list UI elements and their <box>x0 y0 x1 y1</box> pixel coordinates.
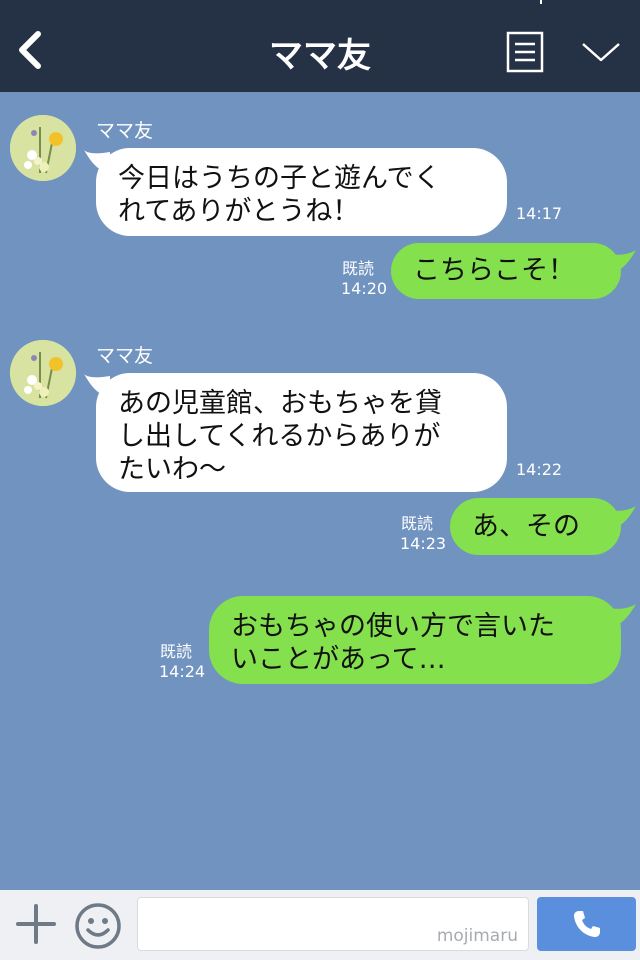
bubble-tail <box>608 506 636 530</box>
message-time: 14:24 <box>159 662 206 681</box>
message-text-line: れてありがとうね！ <box>118 196 360 227</box>
sender-name: ママ友 <box>96 120 154 142</box>
phone-icon <box>574 911 600 937</box>
status-bar-mark <box>540 0 542 4</box>
message-text-line: いことがあって… <box>231 644 446 675</box>
avatar[interactable] <box>10 340 76 406</box>
message-bubble-incoming[interactable]: 今日はうちの子と遊んでく れてありがとうね！ <box>96 148 507 236</box>
message-bubble-outgoing[interactable]: こちらこそ！ <box>391 243 621 299</box>
message-time: 14:20 <box>341 279 388 298</box>
message-input-bar: mojimaru <box>0 890 640 960</box>
message-text-line: あの児童館、おもちゃを貸 <box>118 388 442 419</box>
message-text-line: し出してくれるからありが <box>118 421 441 452</box>
message-text-line: たいわ〜 <box>118 454 226 485</box>
chevron-down-icon[interactable] <box>580 38 622 66</box>
chat-area[interactable]: ママ友 今日はうちの子と遊んでく れてありがとうね！ 14:17 既読 14:2… <box>0 92 640 890</box>
read-receipt: 既読 <box>401 514 434 533</box>
message-text: こちらこそ！ <box>413 255 575 286</box>
read-receipt: 既読 <box>160 642 193 661</box>
message-text: あ、その <box>472 511 580 542</box>
sender-name: ママ友 <box>96 345 154 367</box>
avatar[interactable] <box>10 115 76 181</box>
message-text-line: 今日はうちの子と遊んでく <box>118 163 441 194</box>
bubble-tail <box>608 250 636 274</box>
message-bubble-outgoing[interactable]: おもちゃの使い方で言いた いことがあって… <box>209 596 621 684</box>
watermark: mojimaru <box>436 926 518 946</box>
read-receipt: 既読 <box>342 259 375 278</box>
call-button[interactable] <box>537 897 636 951</box>
message-time: 14:17 <box>516 204 563 223</box>
bubble-tail <box>608 604 636 628</box>
message-time: 14:22 <box>516 460 563 479</box>
chat-header: ママ友 <box>0 0 640 92</box>
message-bubble-incoming[interactable]: あの児童館、おもちゃを貸 し出してくれるからありが たいわ〜 <box>96 373 507 492</box>
plus-icon[interactable] <box>14 902 58 946</box>
chat-title: ママ友 <box>269 36 371 76</box>
flower-bouquet-icon <box>10 115 76 181</box>
message-input[interactable]: mojimaru <box>137 897 529 951</box>
message-text-line: おもちゃの使い方で言いた <box>231 611 555 642</box>
message-bubble-outgoing[interactable]: あ、その <box>450 498 621 555</box>
smiley-icon[interactable] <box>74 902 122 950</box>
notes-menu-icon[interactable] <box>506 31 544 73</box>
flower-bouquet-icon <box>10 340 76 406</box>
message-time: 14:23 <box>400 534 447 553</box>
